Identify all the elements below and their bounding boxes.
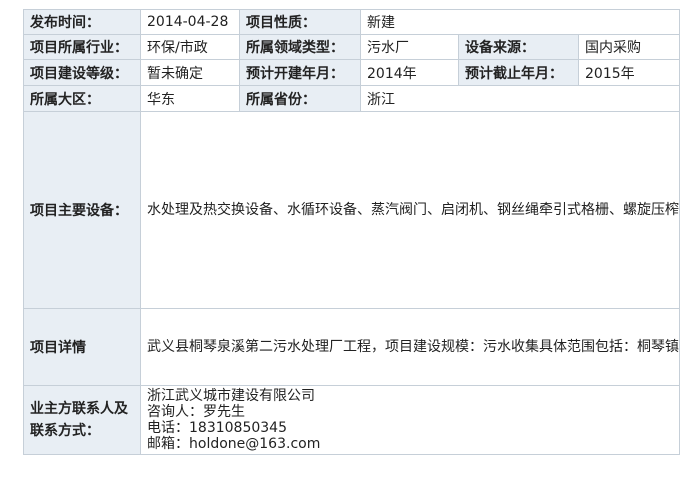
row-industry: 项目所属行业： 环保/市政 所属领域类型： 污水厂 设备来源： 国内采购 xyxy=(23,34,681,60)
publish-time-value: 2014-04-28 xyxy=(140,9,240,35)
contact-phone: 电话：18310850345 xyxy=(147,420,287,436)
start-year-value: 2014年 xyxy=(360,59,459,86)
region-value: 华东 xyxy=(140,85,240,112)
end-year-value: 2015年 xyxy=(577,59,681,86)
main-equipment-label: 项目主要设备： xyxy=(23,111,141,309)
row-publish: 发布时间： 2014-04-28 项目性质： 新建 xyxy=(23,9,681,35)
row-contact: 业主方联系人及联系方式： 浙江武义城市建设有限公司 咨询人：罗先生 电话：183… xyxy=(23,385,681,455)
build-level-value: 暂未确定 xyxy=(140,59,240,86)
contact-person: 咨询人：罗先生 xyxy=(147,404,245,420)
industry-label: 项目所属行业： xyxy=(23,34,141,60)
end-year-label: 预计截止年月： xyxy=(458,59,579,86)
contact-company: 浙江武义城市建设有限公司 xyxy=(147,388,315,404)
project-nature-label: 项目性质： xyxy=(239,9,361,35)
row-equipment: 项目主要设备： 水处理及热交换设备、水循环设备、蒸汽阀门、启闭机、钢丝绳牵引式格… xyxy=(23,111,681,309)
row-region: 所属大区： 华东 所属省份： 浙江 xyxy=(23,85,681,112)
equipment-source-value: 国内采购 xyxy=(577,34,681,60)
region-label: 所属大区： xyxy=(23,85,141,112)
row-details: 项目详情 武义县桐琴泉溪第二污水处理厂工程，项目建设规模：污水收集具体范围包括：… xyxy=(23,308,681,386)
contact-email[interactable]: 邮箱：holdone@163.com xyxy=(147,436,679,452)
province-value: 浙江 xyxy=(359,85,681,112)
province-label: 所属省份： xyxy=(239,85,361,112)
publish-time-label: 发布时间： xyxy=(23,9,141,35)
industry-value: 环保/市政 xyxy=(140,34,240,60)
details-label: 项目详情 xyxy=(23,308,141,386)
domain-type-label: 所属领域类型： xyxy=(239,34,361,60)
build-level-label: 项目建设等级： xyxy=(23,59,141,86)
equipment-source-label: 设备来源： xyxy=(458,34,579,60)
contact-label: 业主方联系人及联系方式： xyxy=(23,385,141,455)
details-value: 武义县桐琴泉溪第二污水处理厂工程，项目建设规模：污水收集具体范围包括：桐琴镇工业… xyxy=(139,308,681,386)
main-equipment-value: 水处理及热交换设备、水循环设备、蒸汽阀门、启闭机、钢丝绳牵引式格栅、螺旋压榨机、… xyxy=(139,111,681,309)
row-level: 项目建设等级： 暂未确定 预计开建年月： 2014年 预计截止年月： 2015年 xyxy=(23,59,681,86)
project-nature-value: 新建 xyxy=(359,9,681,35)
domain-type-value: 污水厂 xyxy=(360,34,459,60)
start-year-label: 预计开建年月： xyxy=(239,59,361,86)
contact-value: 浙江武义城市建设有限公司 咨询人：罗先生 电话：18310850345 邮箱：h… xyxy=(139,385,681,455)
project-info-table: 发布时间： 2014-04-28 项目性质： 新建 项目所属行业： 环保/市政 … xyxy=(23,9,681,455)
